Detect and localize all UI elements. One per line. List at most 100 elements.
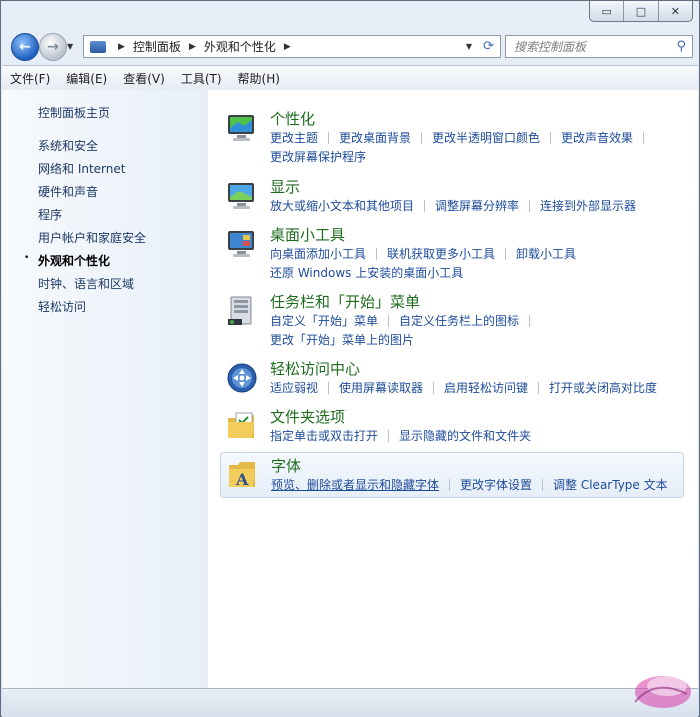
minimize-button[interactable]: ▭ (590, 1, 623, 21)
chevron-right-icon[interactable]: ▶ (189, 42, 196, 52)
link-cleartype[interactable]: 调整 ClearType 文本 (553, 476, 668, 493)
link-divider (376, 247, 378, 260)
link-divider (542, 478, 544, 491)
link-divider (529, 314, 531, 327)
chevron-right-icon[interactable]: ▶ (118, 42, 125, 52)
menu-edit[interactable]: 编辑(E) (58, 70, 115, 87)
category-title[interactable]: 轻松访问中心 (270, 358, 360, 379)
link-row: 预览、删除或者显示和隐藏字体 更改字体设置 调整 ClearType 文本 (271, 475, 685, 494)
link-add-gadgets[interactable]: 向桌面添加小工具 (270, 245, 366, 262)
breadcrumb-control-panel[interactable]: 控制面板 (133, 38, 181, 55)
link-uninstall-gadget[interactable]: 卸载小工具 (516, 245, 576, 262)
refresh-icon[interactable]: ⟳ (483, 39, 494, 54)
link-screen-reader[interactable]: 使用屏幕读取器 (339, 379, 423, 396)
category-fonts[interactable]: A 字体 预览、删除或者显示和隐藏字体 更改字体设置 调整 ClearType … (220, 452, 684, 498)
link-sound-effects[interactable]: 更改声音效果 (561, 129, 633, 146)
link-show-hidden-files[interactable]: 显示隐藏的文件和文件夹 (399, 427, 531, 444)
recent-pages-dropdown-icon[interactable]: ▼ (67, 42, 73, 51)
category-title[interactable]: 文件夹选项 (270, 406, 345, 427)
link-change-background[interactable]: 更改桌面背景 (339, 129, 411, 146)
link-divider (388, 314, 390, 327)
search-box[interactable]: ⚲ (505, 35, 693, 58)
link-divider (505, 247, 507, 260)
address-bar[interactable]: ▶ 控制面板 ▶ 外观和个性化 ▶ ▼ ⟳ (83, 35, 501, 58)
link-divider (433, 381, 435, 394)
sidebar-home-link[interactable]: 控制面板主页 (38, 104, 110, 121)
link-low-vision[interactable]: 适应弱视 (270, 379, 318, 396)
search-input[interactable] (512, 38, 666, 55)
address-dropdown-icon[interactable]: ▼ (466, 42, 472, 51)
forward-button[interactable]: → (39, 33, 67, 61)
control-panel-icon (90, 40, 106, 53)
sidebar-item-system-security[interactable]: 系统和安全 (38, 137, 98, 154)
back-button[interactable]: ← (11, 33, 39, 61)
link-single-double-click[interactable]: 指定单击或双击打开 (270, 427, 378, 444)
category-folder-options: 文件夹选项 指定单击或双击打开 显示隐藏的文件和文件夹 (220, 406, 684, 446)
link-divider (424, 199, 426, 212)
category-title[interactable]: 字体 (271, 455, 301, 476)
link-text-size[interactable]: 放大或缩小文本和其他项目 (270, 197, 414, 214)
link-divider (538, 381, 540, 394)
category-links: 放大或缩小文本和其他项目 调整屏幕分辨率 连接到外部显示器 (270, 196, 684, 215)
category-links: 向桌面添加小工具 联机获取更多小工具 卸载小工具 还原 Windows 上安装的… (270, 244, 684, 282)
sidebar-item-network[interactable]: 网络和 Internet (38, 160, 125, 177)
link-external-display[interactable]: 连接到外部显示器 (540, 197, 636, 214)
link-row: 适应弱视 使用屏幕读取器 启用轻松访问键 打开或关闭高对比度 (270, 378, 684, 397)
sidebar: 控制面板主页 系统和安全 网络和 Internet 硬件和声音 程序 用户帐户和… (2, 90, 208, 688)
link-high-contrast[interactable]: 打开或关闭高对比度 (549, 379, 657, 396)
breadcrumb-appearance[interactable]: 外观和个性化 (204, 38, 276, 55)
watermark-logo (634, 676, 691, 708)
menu-tools[interactable]: 工具(T) (173, 70, 230, 87)
control-panel-window: ▭ □ ✕ ← → ▼ ▶ 控制面板 ▶ 外观和个性化 ▶ ▼ ⟳ ⚲ 文件(F… (0, 0, 700, 717)
link-restore-gadgets[interactable]: 还原 Windows 上安装的桌面小工具 (270, 264, 463, 281)
link-row: 自定义「开始」菜单 自定义任务栏上的图标 (270, 311, 684, 330)
sidebar-item-appearance: 外观和个性化 (38, 254, 111, 268)
link-preview-fonts[interactable]: 预览、删除或者显示和隐藏字体 (271, 476, 439, 493)
link-taskbar-icons[interactable]: 自定义任务栏上的图标 (399, 312, 519, 329)
personalization-icon (228, 115, 254, 141)
link-easy-access-keys[interactable]: 启用轻松访问键 (444, 379, 528, 396)
menu-view[interactable]: 查看(V) (115, 70, 173, 87)
category-title[interactable]: 任务栏和「开始」菜单 (270, 291, 420, 312)
link-start-picture[interactable]: 更改「开始」菜单上的图片 (270, 331, 414, 348)
category-links: 指定单击或双击打开 显示隐藏的文件和文件夹 (270, 426, 684, 445)
sidebar-item-clock-language[interactable]: 时钟、语言和区域 (38, 275, 134, 292)
sidebar-item-user-accounts[interactable]: 用户帐户和家庭安全 (38, 229, 146, 246)
link-font-settings[interactable]: 更改字体设置 (460, 476, 532, 493)
current-item-bullet: • (24, 253, 30, 263)
back-arrow-icon: ← (19, 39, 31, 55)
sidebar-item-programs[interactable]: 程序 (38, 206, 62, 223)
display-icon (228, 183, 254, 209)
forward-arrow-icon: → (47, 39, 59, 55)
category-title[interactable]: 显示 (270, 176, 300, 197)
link-customize-start[interactable]: 自定义「开始」菜单 (270, 312, 378, 329)
category-links: 自定义「开始」菜单 自定义任务栏上的图标 更改「开始」菜单上的图片 (270, 311, 684, 349)
link-row: 向桌面添加小工具 联机获取更多小工具 卸载小工具 (270, 244, 684, 263)
sidebar-item-ease-of-access[interactable]: 轻松访问 (38, 298, 86, 315)
link-divider (449, 478, 451, 491)
category-title[interactable]: 个性化 (270, 108, 315, 129)
maximize-button[interactable]: □ (623, 1, 657, 21)
link-divider (328, 381, 330, 394)
folder-icon (228, 412, 254, 438)
link-divider (328, 131, 330, 144)
link-resolution[interactable]: 调整屏幕分辨率 (435, 197, 519, 214)
link-get-more-gadgets[interactable]: 联机获取更多小工具 (387, 245, 495, 262)
menu-file[interactable]: 文件(F) (2, 70, 58, 87)
link-screensaver[interactable]: 更改屏幕保护程序 (270, 148, 366, 165)
menu-help[interactable]: 帮助(H) (230, 70, 288, 87)
search-icon[interactable]: ⚲ (676, 39, 686, 54)
category-title[interactable]: 桌面小工具 (270, 224, 345, 245)
menu-bar: 文件(F) 编辑(E) 查看(V) 工具(T) 帮助(H) (2, 65, 698, 91)
content-pane: 个性化 更改主题 更改桌面背景 更改半透明窗口颜色 更改声音效果 更改屏幕保护程… (208, 90, 698, 688)
category-personalization: 个性化 更改主题 更改桌面背景 更改半透明窗口颜色 更改声音效果 更改屏幕保护程… (220, 108, 684, 166)
sidebar-item-hardware-sound[interactable]: 硬件和声音 (38, 183, 98, 200)
category-links: 适应弱视 使用屏幕读取器 启用轻松访问键 打开或关闭高对比度 (270, 378, 684, 397)
close-button[interactable]: ✕ (657, 1, 692, 21)
link-divider (529, 199, 531, 212)
category-display: 显示 放大或缩小文本和其他项目 调整屏幕分辨率 连接到外部显示器 (220, 176, 684, 216)
chevron-right-icon[interactable]: ▶ (284, 42, 291, 52)
link-change-theme[interactable]: 更改主题 (270, 129, 318, 146)
link-window-color[interactable]: 更改半透明窗口颜色 (432, 129, 540, 146)
category-taskbar: 任务栏和「开始」菜单 自定义「开始」菜单 自定义任务栏上的图标 更改「开始」菜单… (220, 291, 684, 349)
